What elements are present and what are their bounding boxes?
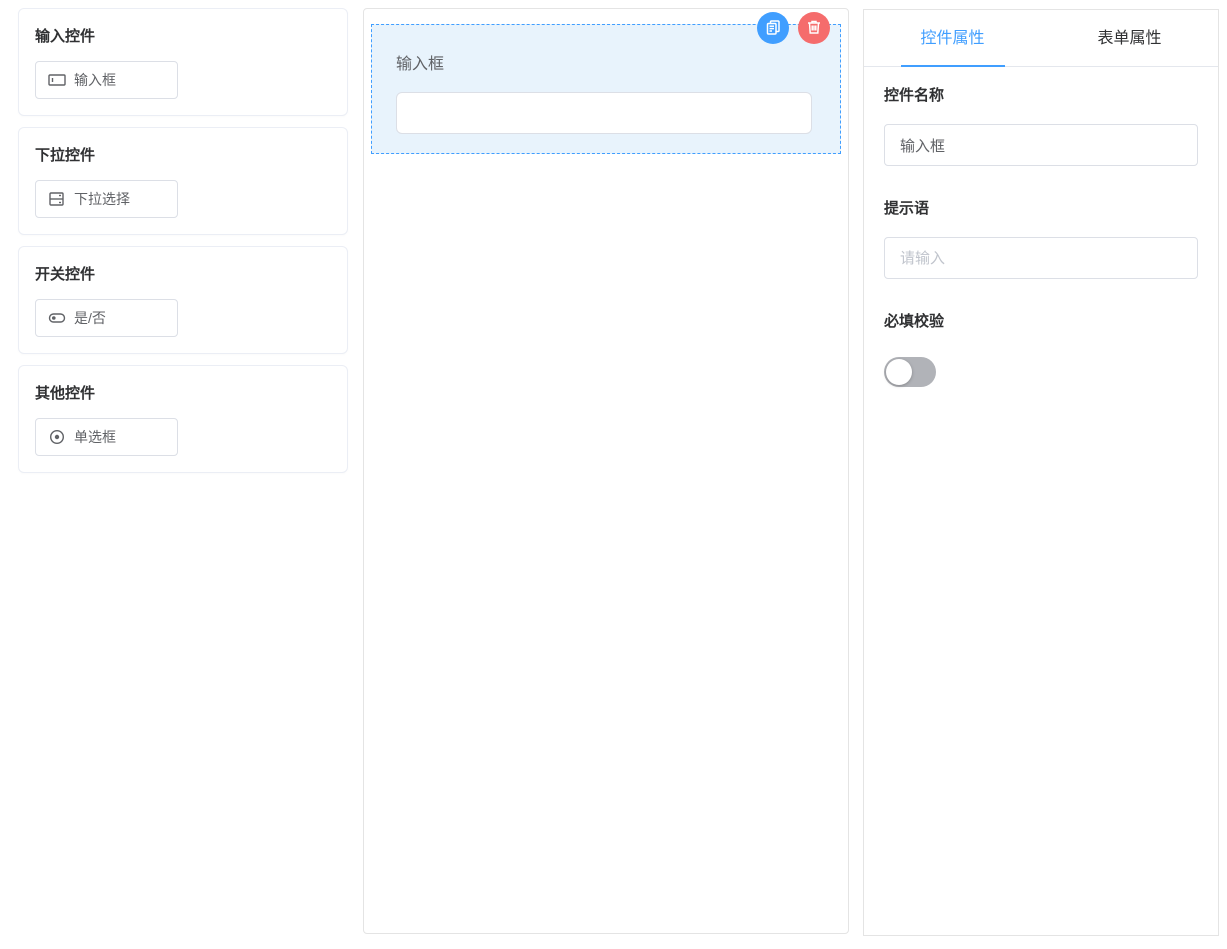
required-toggle[interactable] — [884, 357, 936, 387]
widget-item-dropdown[interactable]: 下拉选择 — [35, 180, 178, 218]
placeholder-input[interactable] — [884, 237, 1198, 279]
widget-group-title: 其他控件 — [35, 382, 331, 403]
placeholder-label: 提示语 — [884, 200, 1198, 218]
widget-group-title: 开关控件 — [35, 263, 331, 284]
widget-group-dropdown: 下拉控件 下拉选择 — [18, 127, 348, 235]
copy-icon — [764, 18, 782, 39]
tab-label: 控件属性 — [920, 30, 984, 47]
widget-action-bar — [757, 12, 830, 44]
widget-item-yes-no[interactable]: 是/否 — [35, 299, 178, 337]
widget-item-label: 是/否 — [74, 308, 106, 328]
widget-group-title: 输入控件 — [35, 25, 331, 46]
widget-library: 输入控件 输入框 下拉控件 — [18, 8, 348, 484]
form-designer: 输入控件 输入框 下拉控件 — [0, 0, 1227, 949]
dropdown-icon — [48, 191, 66, 207]
control-name-input[interactable] — [884, 124, 1198, 166]
widget-item-input-box[interactable]: 输入框 — [35, 61, 178, 99]
radio-icon — [48, 429, 66, 445]
copy-widget-button[interactable] — [757, 12, 789, 44]
required-validation-label: 必填校验 — [884, 313, 1198, 331]
widget-item-label: 单选框 — [74, 427, 116, 447]
properties-body: 控件名称 提示语 必填校验 — [864, 67, 1218, 407]
canvas-widget-input-box[interactable]: 输入框 — [371, 24, 841, 154]
widget-item-label: 下拉选择 — [74, 189, 130, 209]
input-box-icon — [48, 72, 66, 88]
active-tab-underline — [901, 65, 1005, 67]
trash-icon — [805, 18, 823, 39]
tab-widget-properties[interactable]: 控件属性 — [864, 10, 1041, 66]
widget-label: 输入框 — [396, 50, 812, 74]
widget-input-field[interactable] — [396, 92, 812, 134]
properties-panel: 控件属性 表单属性 控件名称 提示语 必填校验 — [863, 9, 1219, 936]
widget-group-title: 下拉控件 — [35, 144, 331, 165]
properties-tabbar: 控件属性 表单属性 — [864, 10, 1218, 67]
tab-form-properties[interactable]: 表单属性 — [1041, 10, 1218, 66]
form-canvas[interactable]: 输入框 — [363, 8, 849, 934]
toggle-knob — [886, 359, 912, 385]
control-name-label: 控件名称 — [884, 87, 1198, 105]
widget-group-other: 其他控件 单选框 — [18, 365, 348, 473]
tab-label: 表单属性 — [1097, 30, 1161, 47]
widget-item-label: 输入框 — [74, 70, 116, 90]
widget-group-switch: 开关控件 是/否 — [18, 246, 348, 354]
switch-icon — [48, 310, 66, 326]
widget-group-input: 输入控件 输入框 — [18, 8, 348, 116]
delete-widget-button[interactable] — [798, 12, 830, 44]
widget-item-radio[interactable]: 单选框 — [35, 418, 178, 456]
